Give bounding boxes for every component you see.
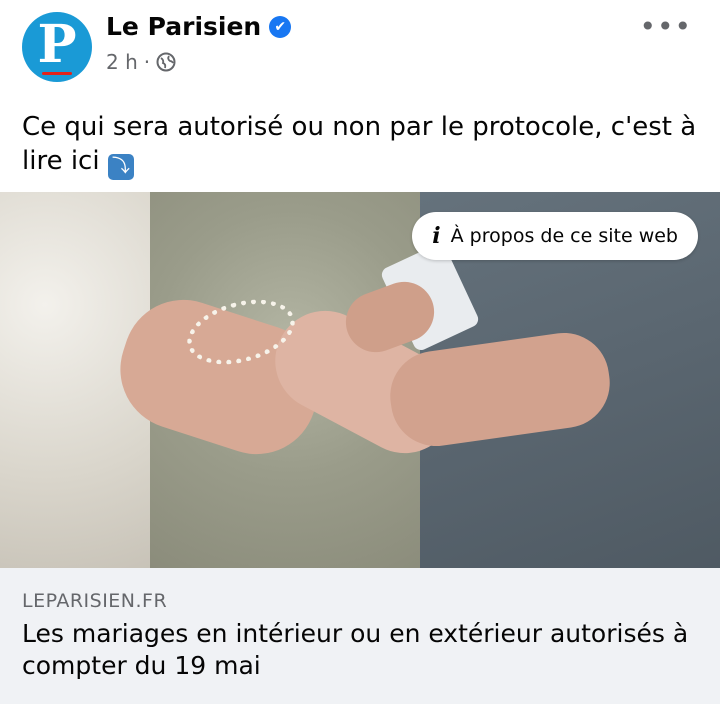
about-this-website-button[interactable]: i À propos de ce site web [412,212,698,260]
info-icon: i [432,223,441,249]
more-options-button[interactable]: ••• [639,10,692,43]
page-name-row: Le Parisien ✔ [106,12,292,41]
link-preview-caption[interactable]: LEPARISIEN.FR Les mariages en intérieur … [0,568,720,704]
avatar-stripe [42,72,72,75]
page-avatar[interactable]: P [22,12,92,82]
globe-icon[interactable] [156,52,176,72]
meta-separator: · [143,50,151,74]
post-header: P Le Parisien ✔ 2 h · ••• [0,0,720,100]
page-name-link[interactable]: Le Parisien [106,12,261,41]
post-timestamp[interactable]: 2 h [106,50,138,74]
verified-badge-icon: ✔ [269,15,292,38]
link-domain: LEPARISIEN.FR [22,590,168,612]
avatar-letter: P [37,14,77,75]
link-title: Les mariages en intérieur ou en extérieu… [22,619,689,680]
post-message: Ce qui sera autorisé ou non par le proto… [22,110,702,180]
about-label: À propos de ce site web [450,225,678,247]
arrow-down-right-icon: ⤵ [107,154,134,180]
post-meta: 2 h · [106,50,176,74]
